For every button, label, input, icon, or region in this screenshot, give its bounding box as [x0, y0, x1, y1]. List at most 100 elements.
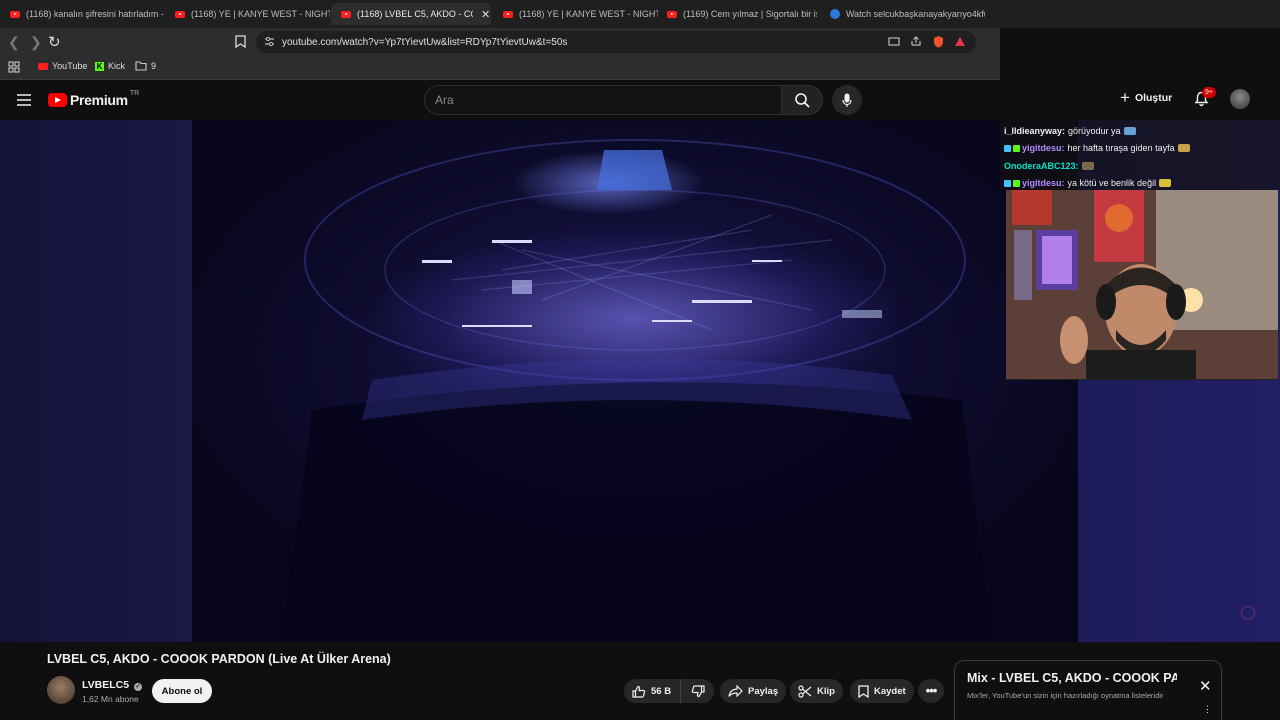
- share-label: Paylaş: [748, 685, 779, 697]
- brave-shield-icon[interactable]: [932, 35, 945, 51]
- folder-icon: [135, 61, 147, 71]
- mix-subtitle: Mix'ler, YouTube'un sizin için hazırladı…: [967, 691, 1164, 700]
- thumbs-down-icon: [691, 684, 705, 697]
- browser-tab[interactable]: Watch selcukbaşkanayakyarıyo4kfull: [820, 3, 985, 25]
- chat-badge-icon: [1013, 145, 1020, 152]
- create-label: Oluştur: [1134, 92, 1173, 104]
- logo-region: TR: [129, 89, 140, 97]
- more-actions-button[interactable]: •••: [918, 679, 944, 703]
- bookmark-kick[interactable]: K Kick: [95, 61, 125, 71]
- back-icon[interactable]: ❮: [8, 34, 20, 51]
- chat-username[interactable]: i_lldieanyway:: [1004, 126, 1065, 136]
- mix-playlist-panel[interactable]: Mix - LVBEL C5, AKDO - COOOK PARDON Mix'…: [954, 660, 1222, 720]
- concert-scene: [282, 139, 992, 642]
- youtube-favicon-icon: [667, 10, 677, 18]
- like-count: 56 B: [651, 685, 672, 697]
- browser-tab-bar: (1168) kanalın şifresini hatırladım - Yo…: [0, 0, 1280, 28]
- url-text: youtube.com/watch?v=Yp7tYievtUw&list=RDY…: [282, 36, 568, 48]
- chat-emote-icon: [1123, 126, 1136, 135]
- notification-badge: 9+: [1202, 87, 1216, 98]
- tab-title: Watch selcukbaşkanayakyarıyo4kfull: [846, 9, 985, 19]
- globe-favicon-icon: [830, 9, 840, 19]
- scissors-icon: [798, 684, 812, 698]
- clip-label: Klip: [817, 685, 835, 697]
- apps-grid-icon[interactable]: [8, 61, 20, 75]
- youtube-icon: [38, 62, 48, 70]
- browser-tab[interactable]: (1168) YE | KANYE WEST - NIGHT 2 I: [165, 3, 330, 25]
- dislike-button[interactable]: [680, 679, 714, 703]
- chat-text: görüyodur ya: [1068, 125, 1121, 136]
- youtube-favicon-icon: [341, 10, 351, 18]
- bookmark-icon[interactable]: [235, 35, 246, 53]
- browser-tab[interactable]: (1169) Cem yılmaz | Sigortalı bir iş bu: [657, 3, 817, 25]
- bookmark-youtube[interactable]: YouTube: [38, 61, 87, 71]
- account-avatar[interactable]: [1230, 89, 1250, 109]
- search-input[interactable]: Ara: [424, 85, 782, 115]
- reload-icon[interactable]: ↻: [48, 33, 61, 51]
- chat-message: yigitdesu: her hafta tıraşa giden tayfa: [1004, 140, 1280, 158]
- menu-icon[interactable]: [17, 93, 31, 111]
- streamer-webcam: [1006, 190, 1278, 380]
- voice-search-button[interactable]: [832, 85, 862, 115]
- more-icon: •••: [925, 683, 938, 698]
- site-settings-icon[interactable]: [264, 36, 275, 50]
- bookmark-folder[interactable]: 9: [135, 61, 156, 71]
- browser-toolbar: ❮ ❯ ↻ youtube.com/watch?v=Yp7tYievtUw&li…: [0, 28, 1000, 56]
- close-tab-icon[interactable]: ✕: [481, 8, 490, 21]
- chat-badge-icon: [1004, 180, 1011, 187]
- chat-message: i_lldieanyway: görüyodur ya: [1004, 123, 1280, 141]
- subscribe-button[interactable]: Abone ol: [152, 679, 212, 703]
- share-page-icon[interactable]: [910, 36, 922, 50]
- address-bar[interactable]: youtube.com/watch?v=Yp7tYievtUw&list=RDY…: [256, 31, 976, 53]
- share-button[interactable]: Paylaş: [720, 679, 787, 703]
- tab-title: (1168) YE | KANYE WEST - NIGHT 2 I: [191, 9, 330, 19]
- bookmarks-bar: YouTube K Kick 9: [0, 56, 1000, 80]
- video-title: LVBEL C5, AKDO - COOOK PARDON (Live At Ü…: [47, 652, 391, 666]
- mix-title: Mix - LVBEL C5, AKDO - COOOK PARDON: [967, 671, 1177, 685]
- create-button[interactable]: + Oluştur: [1120, 88, 1173, 107]
- tab-title: (1169) Cem yılmaz | Sigortalı bir iş bu: [683, 9, 817, 19]
- chat-emote-icon: [1081, 161, 1094, 170]
- chat-text: ya kötü ve benlik değil: [1067, 178, 1157, 188]
- youtube-premium-logo[interactable]: Premium TR: [48, 89, 140, 108]
- chat-emote-icon: [1159, 179, 1172, 187]
- tab-title: (1168) YE | KANYE WEST - NIGHT 2 I: [519, 9, 658, 19]
- video-frame[interactable]: [192, 120, 1078, 642]
- browser-tab-active[interactable]: (1168) LVBEL C5, AKDO - COOO ✕: [331, 3, 491, 25]
- webcam-scene: [1006, 190, 1278, 379]
- share-icon: [728, 685, 743, 697]
- youtube-header: Premium TR Ara + Oluştur 9+: [0, 80, 1280, 120]
- channel-name-text: LVBELC5: [82, 679, 130, 691]
- notifications-button[interactable]: 9+: [1194, 87, 1216, 112]
- chat-username[interactable]: OnoderaABC123:: [1004, 161, 1079, 171]
- chat-badge-icon: [1013, 180, 1020, 187]
- forward-icon[interactable]: ❯: [30, 34, 42, 51]
- search-button[interactable]: [781, 85, 823, 115]
- ambient-left: [0, 120, 192, 642]
- browser-tab[interactable]: (1168) kanalın şifresini hatırladım - Yo: [0, 3, 165, 25]
- cast-icon[interactable]: [888, 36, 900, 50]
- bookmark-label: Kick: [108, 61, 126, 71]
- close-icon[interactable]: ✕: [1199, 677, 1212, 695]
- brave-rewards-icon[interactable]: [954, 36, 966, 50]
- channel-name[interactable]: LVBELC5 ✓: [82, 679, 142, 691]
- save-button[interactable]: Kaydet: [850, 679, 914, 703]
- plus-icon: +: [1120, 88, 1130, 107]
- tab-title: (1168) LVBEL C5, AKDO - COOO: [357, 9, 473, 19]
- save-label: Kaydet: [874, 685, 906, 697]
- chat-username[interactable]: yigitdesu:: [1022, 178, 1065, 188]
- like-button[interactable]: 56 B: [624, 679, 680, 703]
- video-player[interactable]: BepisEmre:OnoderaABC123:lani_lldieanyway…: [0, 120, 1280, 642]
- vertical-more-icon[interactable]: ⋮: [1203, 705, 1212, 714]
- bookmark-label: 9: [151, 61, 157, 71]
- browser-tab[interactable]: (1168) YE | KANYE WEST - NIGHT 2 I: [493, 3, 658, 25]
- stream-chat-overlay: BepisEmre:OnoderaABC123:lani_lldieanyway…: [1000, 120, 1280, 190]
- verified-icon: ✓: [133, 683, 142, 691]
- youtube-favicon-icon: [10, 10, 20, 18]
- search-icon: [794, 92, 810, 108]
- clip-button[interactable]: Klip: [790, 679, 843, 703]
- player-corner-icon: [1241, 606, 1255, 620]
- chat-emote-icon: [1177, 144, 1190, 152]
- chat-username[interactable]: yigitdesu:: [1022, 143, 1065, 153]
- channel-avatar[interactable]: [47, 676, 75, 704]
